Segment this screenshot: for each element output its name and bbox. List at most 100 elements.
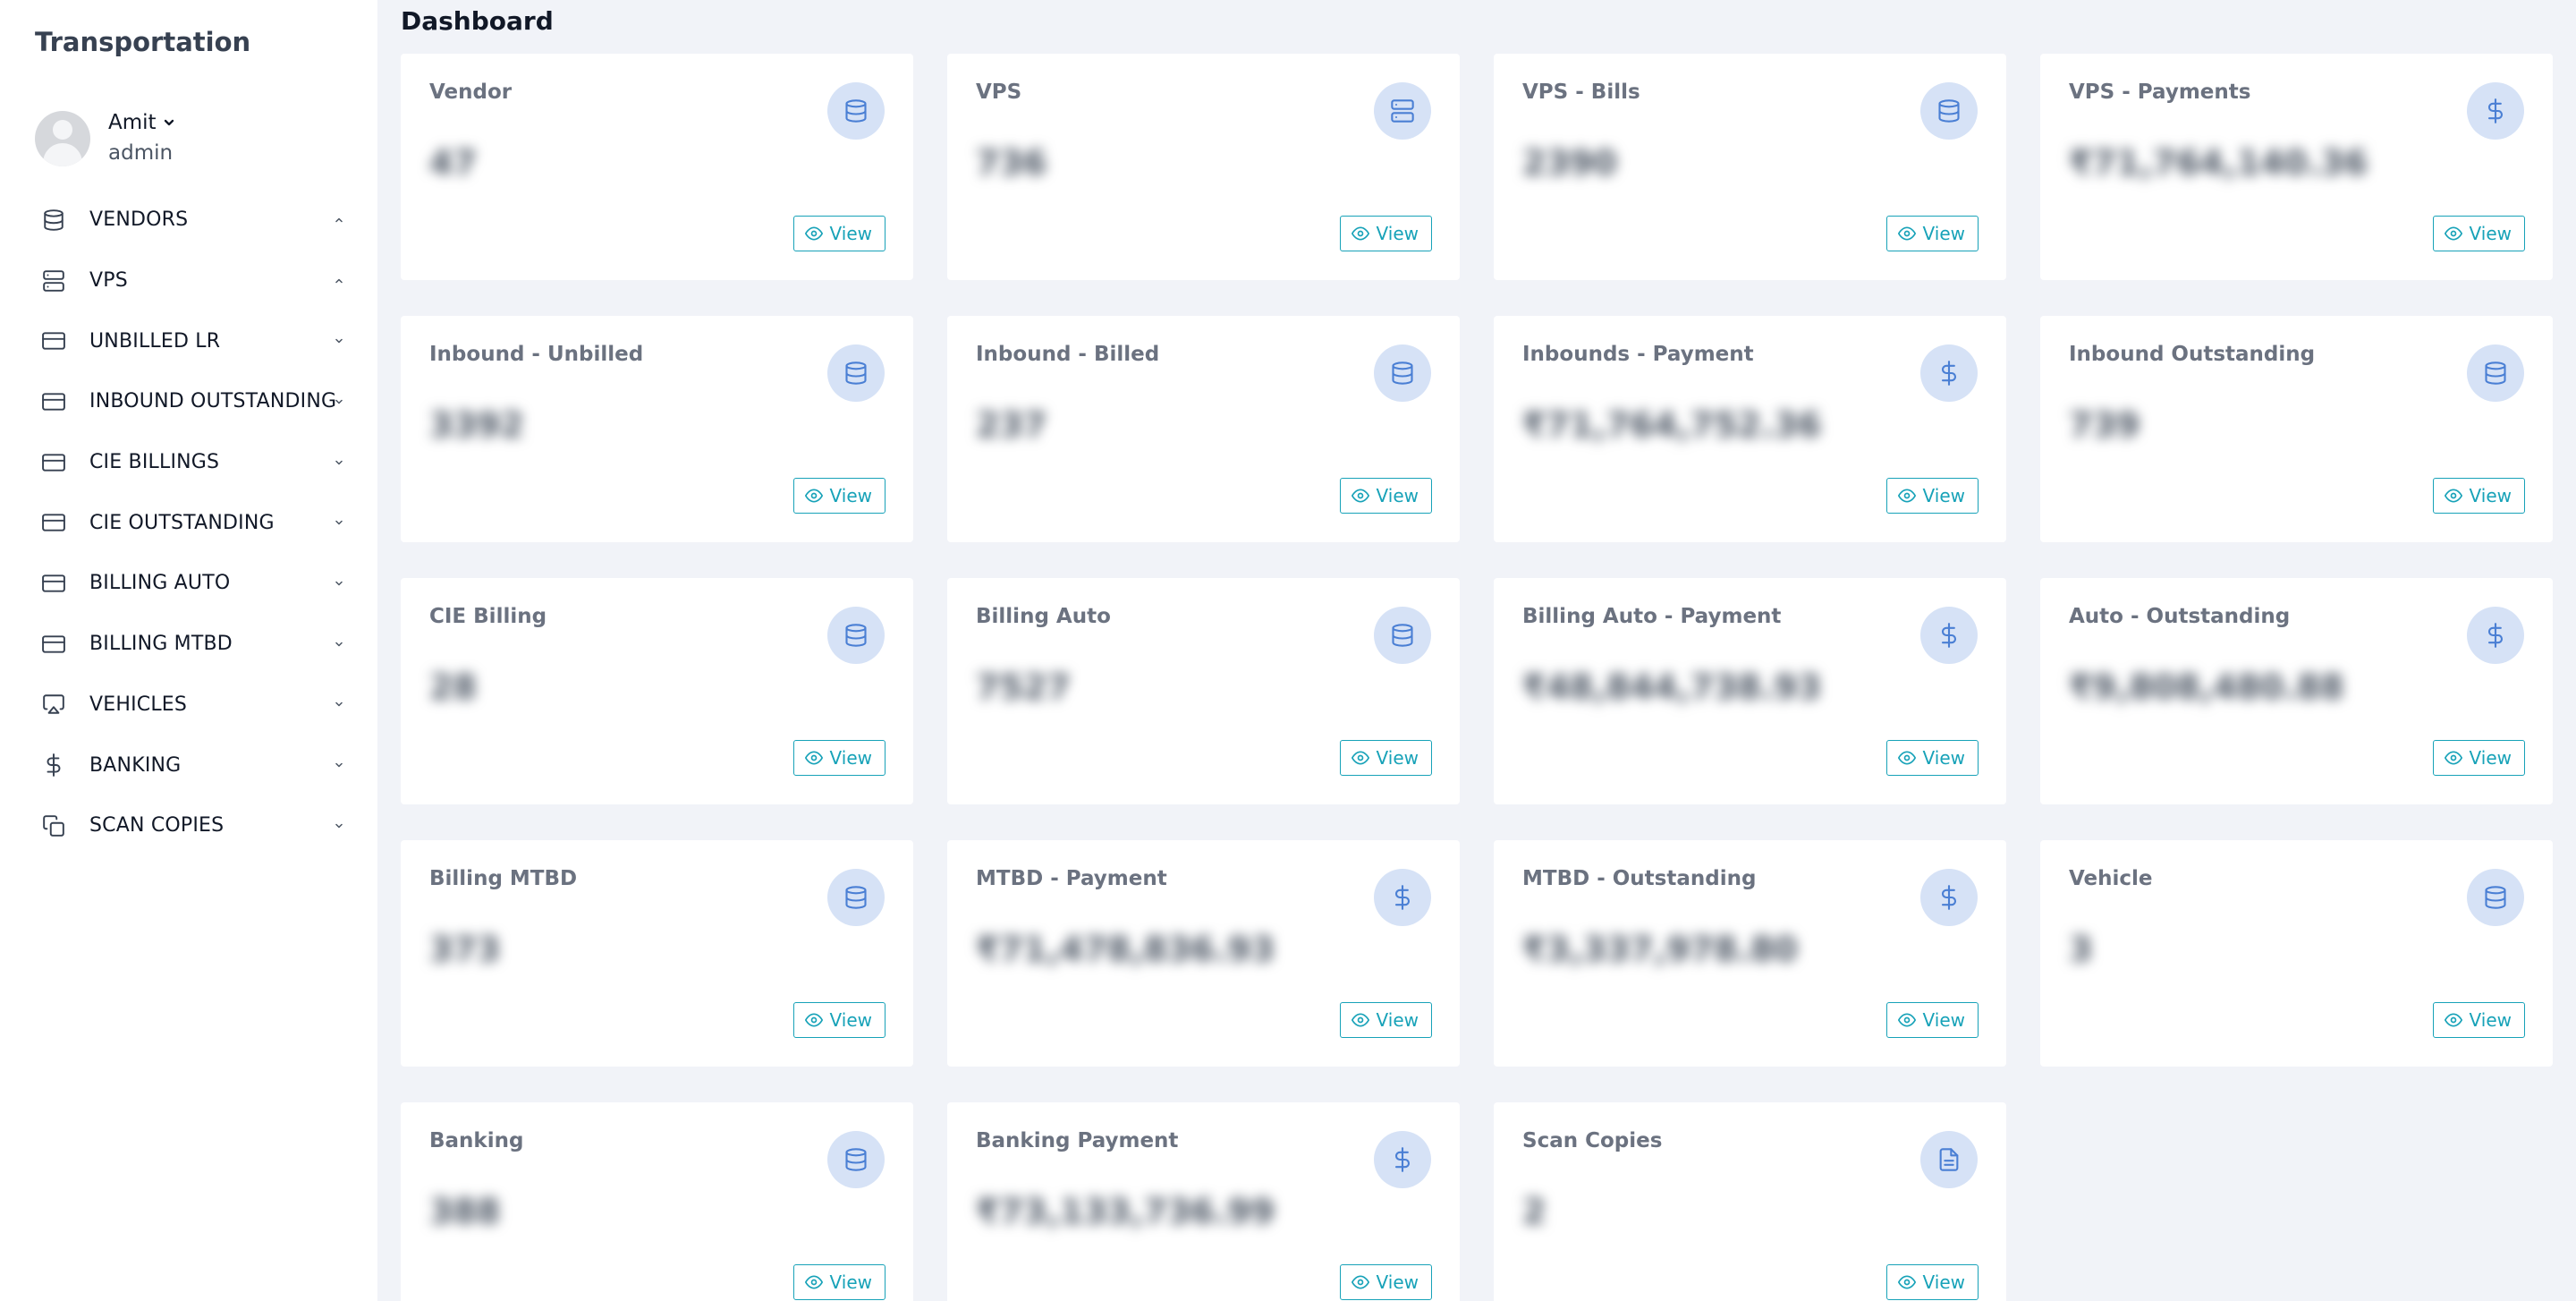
card-title: Auto - Outstanding [2069, 605, 2291, 628]
card-banking: Banking 388 View [401, 1102, 913, 1301]
user-profile[interactable]: Amit admin [35, 111, 357, 168]
eye-icon [804, 749, 823, 767]
view-button[interactable]: View [2432, 1002, 2525, 1038]
eye-icon [1897, 749, 1916, 767]
card-title: Vendor [429, 81, 513, 104]
sidebar-nav: VENDORS VPS UNBILLED LR INBOUND OUTSTAND… [0, 190, 377, 856]
view-button[interactable]: View [1885, 740, 1979, 776]
view-button-label: View [2469, 223, 2512, 244]
view-button[interactable]: View [792, 1264, 886, 1300]
view-button[interactable]: View [1885, 1264, 1979, 1300]
view-button[interactable]: View [1339, 1002, 1432, 1038]
airplay-icon [41, 692, 66, 717]
card-title: VPS - Bills [1522, 81, 1640, 104]
card-title: Inbounds - Payment [1522, 343, 1754, 366]
card-title: Banking [429, 1129, 524, 1152]
view-button[interactable]: View [1339, 478, 1432, 514]
card-value: 3 [2069, 930, 2093, 969]
card-scan-copies: Scan Copies 2 View [1494, 1102, 2006, 1301]
card-title: Inbound Outstanding [2069, 343, 2316, 366]
sidebar-item-label: BILLING MTBD [89, 633, 233, 656]
card-title: CIE Billing [429, 605, 547, 628]
card-value: ₹9,808,480.88 [2069, 668, 2344, 707]
card-value: ₹3,337,978.80 [1522, 930, 1798, 969]
dollar-icon [2467, 607, 2524, 664]
view-button[interactable]: View [1339, 740, 1432, 776]
sidebar-item-label: CIE BILLINGS [89, 451, 220, 474]
card-value: 28 [429, 668, 477, 707]
user-name: Amit [108, 111, 157, 134]
chevron-up-icon [333, 214, 345, 226]
dashboard-grid: Vendor 47 View VPS 736 View VPS - Bills … [401, 54, 2553, 1301]
credit-card-icon [41, 571, 66, 596]
sidebar-item-unbilled-lr[interactable]: UNBILLED LR [0, 310, 377, 371]
card-value: 2 [1522, 1192, 1546, 1231]
credit-card-icon [41, 632, 66, 657]
card-value: 47 [429, 143, 477, 183]
card-title: Billing Auto [976, 605, 1111, 628]
chevron-down-icon [333, 638, 345, 650]
dollar-icon [1920, 607, 1978, 664]
view-button-label: View [829, 1009, 872, 1031]
card-title: MTBD - Payment [976, 867, 1167, 890]
sidebar-item-cie-outstanding[interactable]: CIE OUTSTANDING [0, 492, 377, 553]
sidebar-item-vendors[interactable]: VENDORS [0, 190, 377, 251]
sidebar-item-label: BILLING AUTO [89, 572, 231, 595]
view-button[interactable]: View [1885, 216, 1979, 251]
card-title: Banking Payment [976, 1129, 1179, 1152]
card-inbound-billed: Inbound - Billed 237 View [947, 316, 1460, 542]
view-button[interactable]: View [792, 216, 886, 251]
sidebar-item-cie-billings[interactable]: CIE BILLINGS [0, 432, 377, 493]
card-title: VPS - Payments [2069, 81, 2251, 104]
view-button[interactable]: View [1339, 216, 1432, 251]
view-button[interactable]: View [792, 1002, 886, 1038]
view-button[interactable]: View [2432, 216, 2525, 251]
database-icon [827, 607, 885, 664]
card-title: Scan Copies [1522, 1129, 1663, 1152]
sidebar-item-label: INBOUND OUTSTANDING [89, 390, 337, 413]
view-button-label: View [2469, 1009, 2512, 1031]
eye-icon [1351, 1273, 1369, 1291]
eye-icon [1351, 487, 1369, 505]
view-button-label: View [1922, 1009, 1965, 1031]
view-button[interactable]: View [2432, 478, 2525, 514]
eye-icon [804, 1273, 823, 1291]
view-button-label: View [1922, 485, 1965, 506]
view-button[interactable]: View [2432, 740, 2525, 776]
view-button-label: View [829, 747, 872, 769]
eye-icon [2444, 749, 2462, 767]
view-button[interactable]: View [1885, 478, 1979, 514]
sidebar-item-scan-copies[interactable]: SCAN COPIES [0, 795, 377, 856]
view-button-label: View [1922, 1271, 1965, 1293]
sidebar-item-billing-auto[interactable]: BILLING AUTO [0, 553, 377, 614]
app-title: Transportation [35, 27, 251, 57]
card-title: VPS [976, 81, 1022, 104]
card-vps-payments: VPS - Payments ₹71,764,140.36 View [2040, 54, 2553, 280]
card-value: 388 [429, 1192, 501, 1231]
view-button[interactable]: View [792, 478, 886, 514]
sidebar-item-label: BANKING [89, 753, 182, 777]
sidebar-item-vehicles[interactable]: VEHICLES [0, 675, 377, 736]
view-button[interactable]: View [1885, 1002, 1979, 1038]
view-button[interactable]: View [792, 740, 886, 776]
user-menu-toggle[interactable]: Amit [108, 111, 176, 134]
sidebar-item-vps[interactable]: VPS [0, 251, 377, 311]
sidebar-item-banking[interactable]: BANKING [0, 735, 377, 795]
view-button[interactable]: View [1339, 1264, 1432, 1300]
card-title: Billing Auto - Payment [1522, 605, 1782, 628]
eye-icon [1897, 225, 1916, 242]
card-value: 7527 [976, 668, 1071, 707]
avatar [35, 111, 90, 166]
sidebar: Transportation Amit admin VENDORS VPS UN… [0, 0, 377, 1301]
chevron-down-icon [333, 335, 345, 347]
card-value: ₹73,133,736.99 [976, 1192, 1275, 1231]
card-value: 3392 [429, 405, 524, 445]
card-title: Inbound - Unbilled [429, 343, 644, 366]
sidebar-item-inbound-outstanding[interactable]: INBOUND OUTSTANDING [0, 371, 377, 432]
credit-card-icon [41, 450, 66, 475]
sidebar-item-label: VEHICLES [89, 693, 188, 716]
sidebar-item-billing-mtbd[interactable]: BILLING MTBD [0, 614, 377, 675]
card-value: ₹48,844,738.93 [1522, 668, 1822, 707]
card-title: Billing MTBD [429, 867, 578, 890]
card-value: ₹71,764,140.36 [2069, 143, 2368, 183]
